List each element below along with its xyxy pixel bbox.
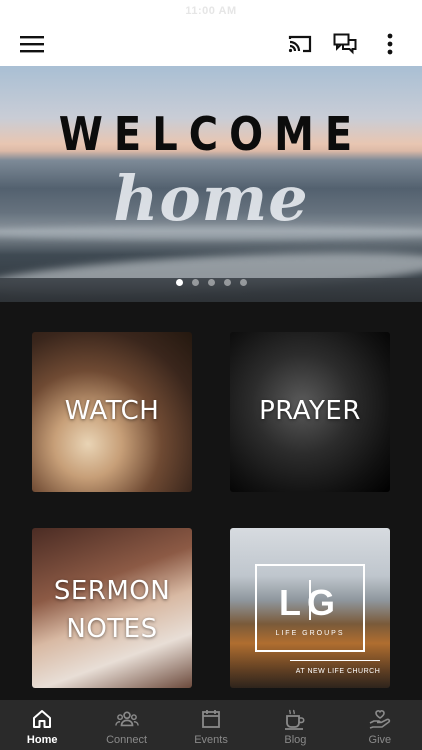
nav-home[interactable]: Home [0,700,84,750]
nav-blog[interactable]: Blog [253,700,337,750]
hero-script-text: home [113,162,309,235]
giving-hand-icon [368,707,392,731]
nav-blog-label: Blog [284,734,307,746]
carousel-dot[interactable] [191,279,199,286]
status-time: 11:00 AM [185,5,237,17]
logo-subtitle: LIFE GROUPS [275,630,345,637]
nav-give[interactable]: Give [338,700,422,750]
nav-give-label: Give [368,734,392,746]
nav-events[interactable]: Events [169,700,253,750]
carousel-dot[interactable] [239,279,247,286]
carousel-dots [0,279,422,286]
people-icon [114,707,139,731]
carousel-dot[interactable] [207,279,215,286]
logo-footer-line [290,660,380,661]
sermon-notes-tile[interactable]: SERMON NOTES [32,528,192,688]
carousel-dot[interactable] [175,279,183,286]
nav-connect-label: Connect [106,734,148,746]
bottom-navigation: Home Connect Events Blog Give [0,700,422,750]
app-bar [0,22,422,66]
more-vertical-icon[interactable] [376,30,404,58]
logo-divider [309,580,311,620]
prayer-tile-label: PRAYER [259,396,361,426]
carousel-dot[interactable] [223,279,231,286]
life-groups-logo: LG LIFE GROUPS [255,564,365,652]
life-groups-tile[interactable]: LG LIFE GROUPS AT NEW LIFE CHURCH [230,528,390,688]
chat-bubbles-icon[interactable] [331,30,359,58]
nav-home-label: Home [26,734,58,746]
nav-events-label: Events [194,734,228,746]
hamburger-menu-icon[interactable] [18,30,46,58]
calendar-icon [199,707,223,731]
watch-tile-label: WATCH [64,396,160,426]
sermon-tile-label-line2: NOTES [66,614,158,644]
watch-tile[interactable]: WATCH [32,332,192,492]
sermon-tile-label-line1: SERMON [53,576,171,606]
logo-footer: AT NEW LIFE CHURCH [295,668,381,675]
coffee-cup-icon [283,707,307,731]
hero-carousel[interactable]: WELCOME home [0,66,422,302]
status-bar: 11:00 AM [0,0,422,22]
prayer-tile[interactable]: PRAYER [230,332,390,492]
nav-connect[interactable]: Connect [84,700,168,750]
hero-title: WELCOME [58,108,364,162]
cast-icon[interactable] [286,30,314,58]
home-icon [30,707,54,731]
